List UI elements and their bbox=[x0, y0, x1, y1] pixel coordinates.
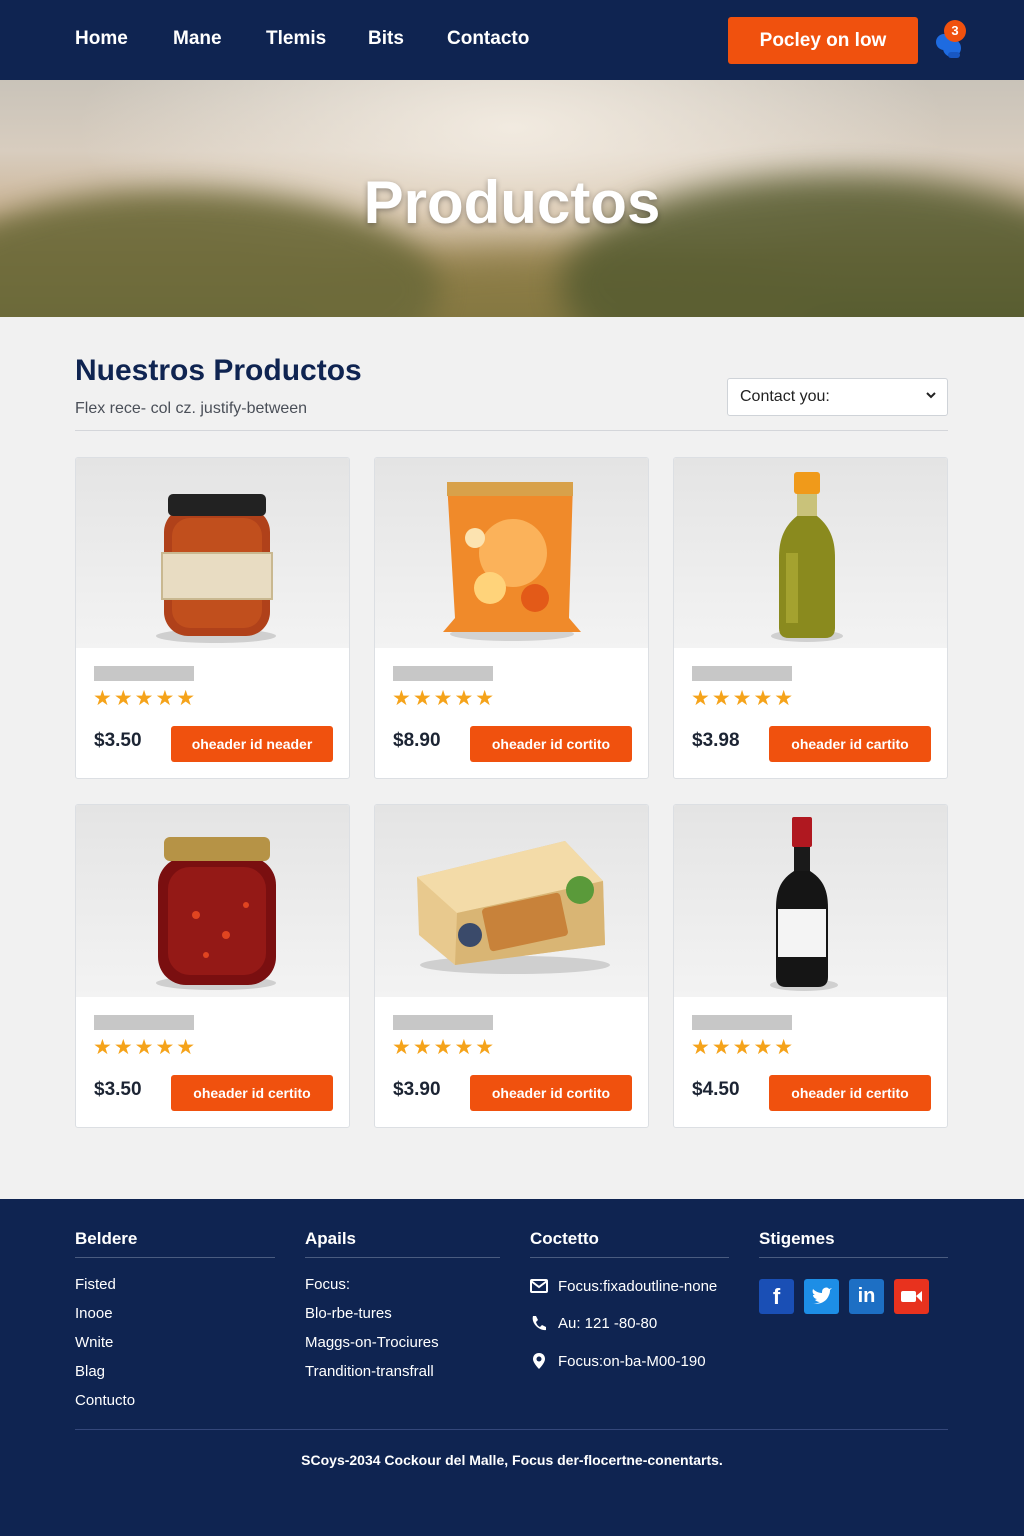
footer-divider bbox=[75, 1429, 948, 1430]
product-price: $3.50 bbox=[94, 730, 142, 751]
sort-select-value: Contact you: bbox=[740, 388, 830, 405]
location-pin-icon bbox=[533, 1353, 545, 1369]
footer-col3-title: Coctetto bbox=[530, 1229, 729, 1258]
top-nav: Home Mane Tlemis Bits Contacto Pocley on… bbox=[0, 0, 1024, 80]
product-card: ★★★★★ $3.50 oheader id certito bbox=[75, 804, 350, 1128]
cart-button[interactable]: 3 bbox=[930, 20, 974, 64]
product-image-sauce-jar[interactable] bbox=[76, 458, 349, 648]
footer-phone-text: Au: 121 -80-80 bbox=[558, 1314, 658, 1332]
footer-email: Focus:fixadoutline-none bbox=[530, 1277, 717, 1295]
star-rating: ★★★★★ bbox=[691, 1036, 796, 1059]
mail-icon bbox=[530, 1279, 548, 1293]
product-name-placeholder bbox=[94, 666, 194, 681]
copyright-text: SCoys-2034 Cockour del Malle, Focus der-… bbox=[301, 1452, 723, 1468]
product-card: ★★★★★ $4.50 oheader id certito bbox=[673, 804, 948, 1128]
star-rating: ★★★★★ bbox=[93, 1036, 198, 1059]
footer-col4-title: Stigemes bbox=[759, 1229, 948, 1258]
product-price: $3.90 bbox=[393, 1079, 441, 1100]
product-image-food-package[interactable] bbox=[375, 805, 648, 997]
star-rating: ★★★★★ bbox=[691, 687, 796, 710]
product-name-placeholder bbox=[94, 1015, 194, 1030]
product-price: $8.90 bbox=[393, 730, 441, 751]
product-card: ★★★★★ $3.50 oheader id neader bbox=[75, 457, 350, 779]
video-icon[interactable] bbox=[894, 1279, 929, 1314]
nav-link-bits[interactable]: Bits bbox=[368, 28, 404, 50]
sort-select[interactable]: Contact you: bbox=[727, 378, 948, 416]
footer-link[interactable]: Maggs-on-Trociures bbox=[305, 1334, 439, 1351]
add-to-cart-button[interactable]: oheader id cartito bbox=[769, 726, 931, 762]
footer-link[interactable]: Contucto bbox=[75, 1392, 135, 1409]
section-title: Nuestros Productos bbox=[75, 354, 362, 387]
product-name-placeholder bbox=[393, 666, 493, 681]
product-image-wine-bottle[interactable] bbox=[674, 805, 947, 997]
footer-col2-title: Apails bbox=[305, 1229, 500, 1258]
product-price: $3.98 bbox=[692, 730, 740, 751]
linkedin-icon[interactable]: in bbox=[849, 1279, 884, 1314]
product-card: ★★★★★ $3.98 oheader id cartito bbox=[673, 457, 948, 779]
add-to-cart-button[interactable]: oheader id certito bbox=[769, 1075, 931, 1111]
star-rating: ★★★★★ bbox=[93, 687, 198, 710]
footer-col1-title: Beldere bbox=[75, 1229, 275, 1258]
nav-link-tlemis[interactable]: Tlemis bbox=[266, 28, 326, 50]
footer-link[interactable]: Trandition-transfrall bbox=[305, 1363, 434, 1380]
section-divider bbox=[75, 430, 948, 431]
chevron-down-icon bbox=[925, 388, 937, 404]
nav-link-home[interactable]: Home bbox=[75, 28, 128, 50]
product-price: $4.50 bbox=[692, 1079, 740, 1100]
footer-link[interactable]: Focus: bbox=[305, 1276, 350, 1293]
product-name-placeholder bbox=[692, 666, 792, 681]
facebook-icon[interactable]: f bbox=[759, 1279, 794, 1314]
product-card: ★★★★★ $8.90 oheader id cortito bbox=[374, 457, 649, 779]
product-image-snack-bag[interactable] bbox=[375, 458, 648, 648]
footer-address-text: Focus:on-ba-M00-190 bbox=[558, 1352, 706, 1370]
product-image-jam-jar[interactable] bbox=[76, 805, 349, 997]
hero-title: Productos bbox=[363, 169, 661, 236]
cart-count-badge: 3 bbox=[944, 20, 966, 42]
footer-link[interactable]: Blo-rbe-tures bbox=[305, 1305, 392, 1322]
product-image-olive-oil-bottle[interactable] bbox=[674, 458, 947, 648]
product-name-placeholder bbox=[692, 1015, 792, 1030]
add-to-cart-button[interactable]: oheader id certito bbox=[171, 1075, 333, 1111]
footer-link[interactable]: Fisted bbox=[75, 1276, 116, 1293]
twitter-icon[interactable] bbox=[804, 1279, 839, 1314]
footer-link[interactable]: Wnite bbox=[75, 1334, 113, 1351]
add-to-cart-button[interactable]: oheader id cortito bbox=[470, 1075, 632, 1111]
footer-link[interactable]: Inooe bbox=[75, 1305, 113, 1322]
phone-icon bbox=[532, 1316, 546, 1331]
product-price: $3.50 bbox=[94, 1079, 142, 1100]
section-subtitle: Flex rece- col cz. justify-between bbox=[75, 400, 308, 417]
hero-banner: Productos bbox=[0, 80, 1024, 317]
footer-phone: Au: 121 -80-80 bbox=[530, 1314, 657, 1332]
product-name-placeholder bbox=[393, 1015, 493, 1030]
footer-email-text: Focus:fixadoutline-none bbox=[558, 1277, 718, 1295]
star-rating: ★★★★★ bbox=[392, 1036, 497, 1059]
footer-link[interactable]: Blag bbox=[75, 1363, 105, 1380]
footer-address: Focus:on-ba-M00-190 bbox=[530, 1352, 706, 1370]
nav-cta-button[interactable]: Pocley on low bbox=[728, 17, 918, 64]
nav-link-mane[interactable]: Mane bbox=[173, 28, 222, 50]
site-footer: Beldere Fisted Inooe Wnite Blag Contucto… bbox=[0, 1199, 1024, 1536]
add-to-cart-button[interactable]: oheader id neader bbox=[171, 726, 333, 762]
add-to-cart-button[interactable]: oheader id cortito bbox=[470, 726, 632, 762]
star-rating: ★★★★★ bbox=[392, 687, 497, 710]
nav-link-contacto[interactable]: Contacto bbox=[447, 28, 529, 50]
product-card: ★★★★★ $3.90 oheader id cortito bbox=[374, 804, 649, 1128]
